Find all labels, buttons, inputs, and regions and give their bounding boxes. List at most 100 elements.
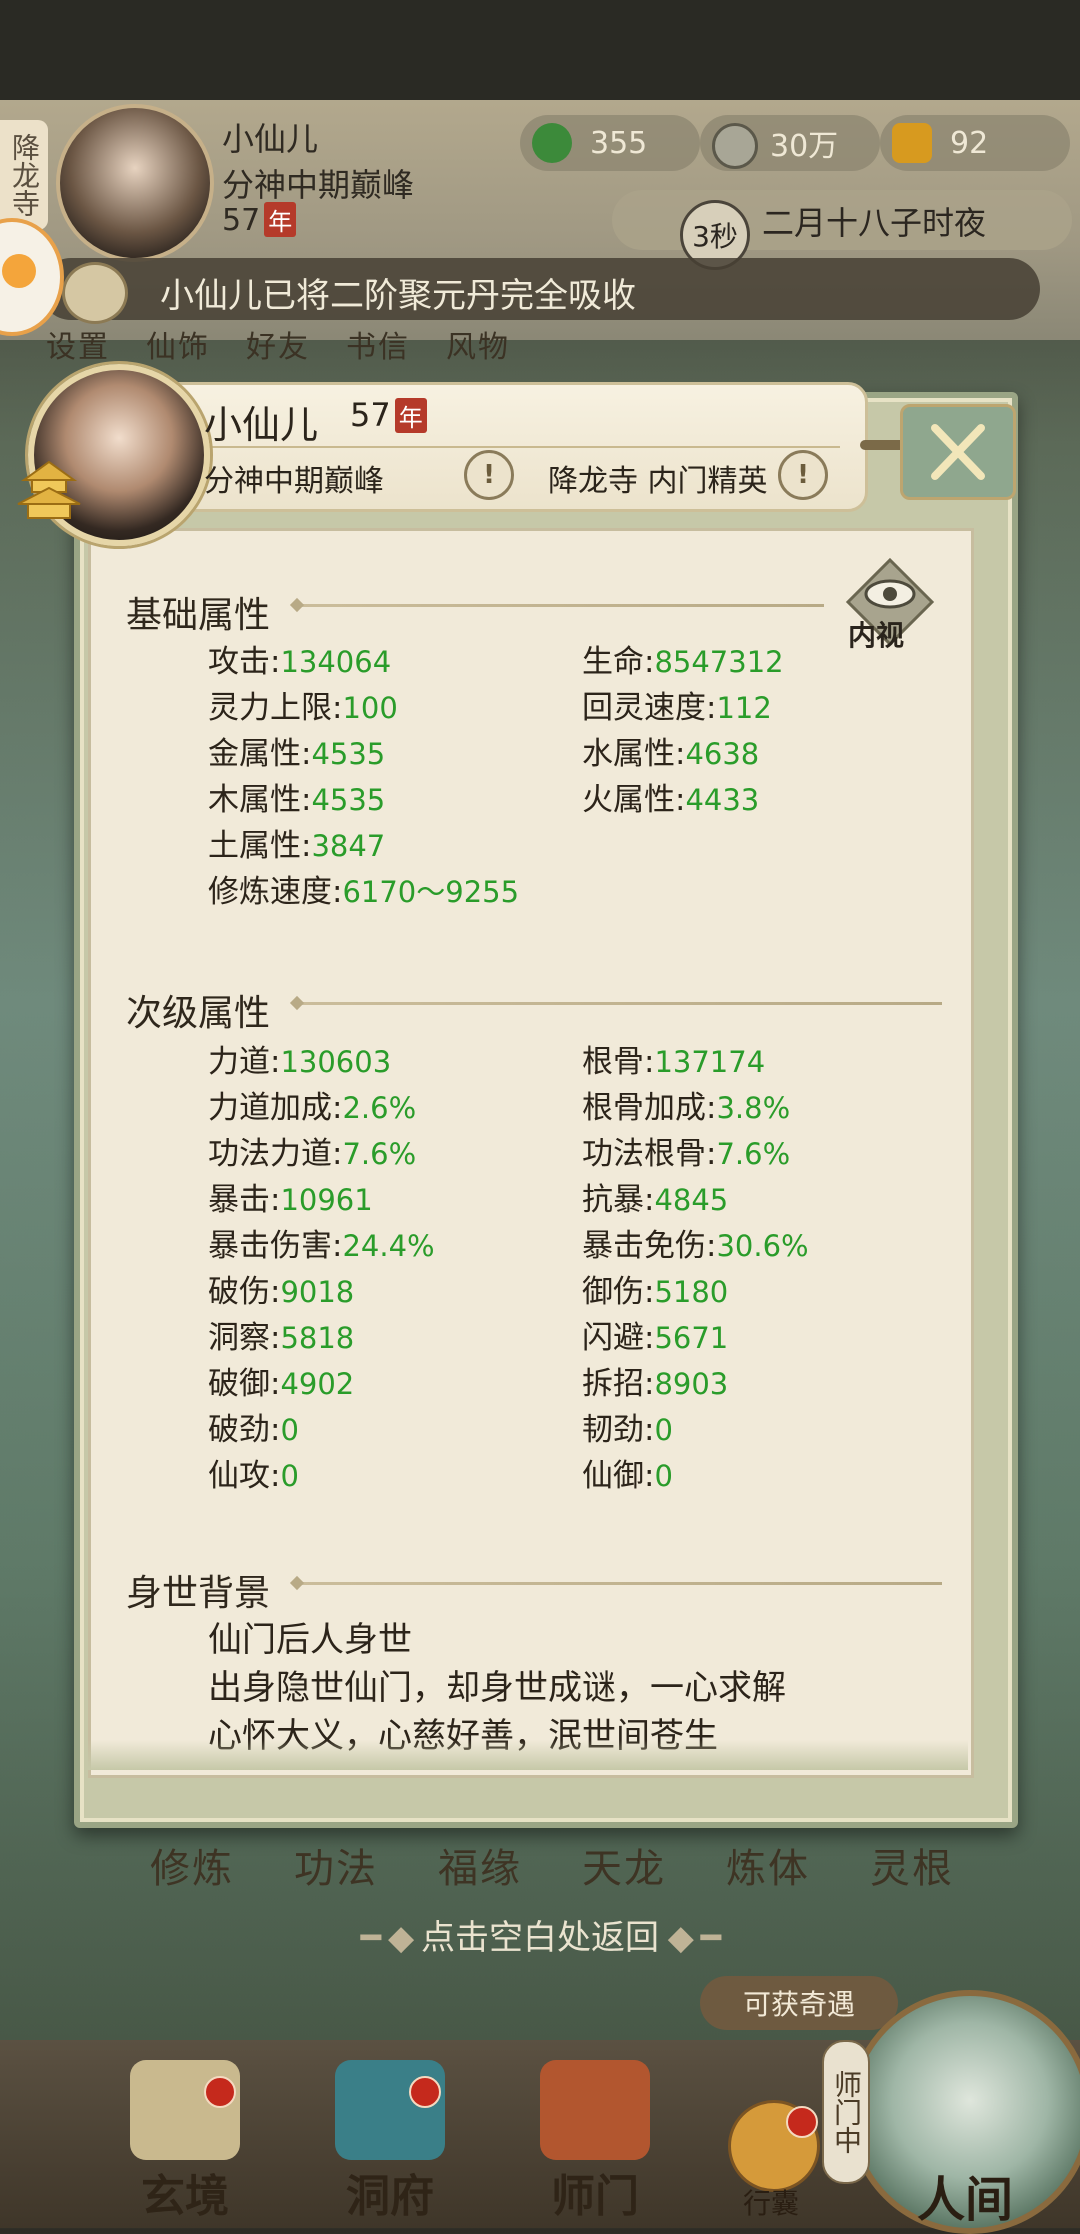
ornament-right-icon: ◆ ━: [659, 1918, 721, 1958]
attr-value: 9018: [280, 1275, 355, 1309]
attr-value: 4845: [654, 1183, 729, 1217]
attr-label: 闪避: [582, 1320, 644, 1356]
menu-friends[interactable]: 好友: [246, 330, 310, 365]
attr-crit-damage-reduction: 暴击免伤:30.6%: [582, 1228, 809, 1264]
attr-label: 拆招: [582, 1366, 644, 1402]
attr-value: 4902: [280, 1367, 355, 1401]
hud-player-name: 小仙儿: [222, 120, 319, 158]
attr-cultivation-speed: 修炼速度:6170～9255: [208, 874, 520, 910]
inner-view-label: 内视: [848, 619, 905, 652]
nav-shimen[interactable]: 师门: [510, 2060, 680, 2222]
hud-age-value: 57: [222, 203, 261, 238]
attr-value: 30.6%: [716, 1229, 809, 1263]
attr-label: 仙御: [582, 1458, 644, 1494]
attr-label: 根骨: [582, 1044, 644, 1080]
pagoda-icon: [17, 460, 81, 519]
resource-coin-value: 30万: [770, 129, 839, 164]
attr-value: 4535: [311, 783, 386, 817]
menu-ornaments[interactable]: 仙饰: [146, 330, 210, 365]
realm-info-icon[interactable]: !: [464, 450, 514, 500]
attr-break-toughness: 破劲:0: [208, 1412, 299, 1448]
skill-tab-technique[interactable]: 功法: [294, 1846, 378, 1892]
close-icon: [931, 424, 985, 480]
hud-avatar[interactable]: [56, 104, 214, 262]
profile-realm: 分神中期巅峰: [204, 464, 384, 499]
attr-label: 暴击: [208, 1182, 270, 1218]
background-line: 仙门后人身世: [208, 1620, 412, 1660]
attr-insight: 洞察:5818: [208, 1320, 355, 1356]
skill-tab-fortune[interactable]: 福缘: [438, 1846, 522, 1892]
attr-value: 5671: [654, 1321, 729, 1355]
nav-dongfu[interactable]: 洞府: [305, 2060, 475, 2222]
attr-technique-constitution: 功法根骨:7.6%: [582, 1136, 791, 1172]
attr-label: 根骨加成: [582, 1090, 706, 1126]
attr-constitution-bonus: 根骨加成:3.8%: [582, 1090, 791, 1126]
attr-value: 8903: [654, 1367, 729, 1401]
attr-value: 10961: [280, 1183, 373, 1217]
top-menu: 设置 仙饰 好友 书信 风物: [46, 322, 546, 366]
attr-label: 修炼速度: [208, 874, 332, 910]
attr-break-defense: 破御:4902: [208, 1366, 355, 1402]
basic-attr-title: 基础属性: [126, 595, 271, 636]
close-button[interactable]: [900, 404, 1016, 500]
attr-label: 生命: [582, 644, 644, 680]
attr-crit: 暴击:10961: [208, 1182, 373, 1218]
chat-bubble-icon: [2, 254, 36, 288]
attr-value: 24.4%: [342, 1229, 435, 1263]
resource-gold-value: 92: [950, 125, 989, 161]
resource-jade[interactable]: 355: [520, 115, 700, 171]
attr-label: 金属性: [208, 736, 301, 772]
attr-earth: 土属性:3847: [208, 828, 386, 864]
back-hint-text: 点击空白处返回: [421, 1918, 659, 1958]
attr-value: 130603: [280, 1045, 392, 1079]
attr-value: 2.6%: [342, 1091, 417, 1125]
attr-label: 木属性: [208, 782, 301, 818]
banner-icon: [540, 2060, 650, 2160]
attr-value: 7.6%: [342, 1137, 417, 1171]
attr-pierce-damage: 破伤:9018: [208, 1274, 355, 1310]
attr-immortal-attack: 仙攻:0: [208, 1458, 299, 1494]
skill-tab-cultivate[interactable]: 修炼: [150, 1846, 234, 1892]
resource-coin[interactable]: 30万: [700, 115, 880, 171]
background-title: 身世背景: [126, 1573, 271, 1614]
attr-attack: 攻击:134064: [208, 644, 392, 680]
menu-scenery[interactable]: 风物: [446, 330, 510, 365]
skill-tab-dragon[interactable]: 天龙: [582, 1846, 666, 1892]
attr-value: 100: [342, 691, 398, 725]
hud-sect-tag[interactable]: 降龙寺: [0, 120, 48, 230]
attr-label: 灵力上限: [208, 690, 332, 726]
attr-parry: 拆招:8903: [582, 1366, 729, 1402]
notice-text: 小仙儿已将二阶聚元丹完全吸收: [160, 276, 636, 316]
bag-label: 行囊: [742, 2187, 799, 2220]
attr-label: 洞察: [208, 1320, 270, 1356]
sect-info-icon[interactable]: !: [778, 450, 828, 500]
attr-value: 8547312: [654, 645, 784, 679]
scroll-icon: [130, 2060, 240, 2160]
attr-label: 御伤: [582, 1274, 644, 1310]
attr-label: 水属性: [582, 736, 675, 772]
encounter-button[interactable]: 可获奇遇: [700, 1976, 898, 2030]
menu-letters[interactable]: 书信: [346, 330, 410, 365]
attr-label: 力道: [208, 1044, 270, 1080]
nav-xuanjing[interactable]: 玄境: [100, 2060, 270, 2222]
notification-dot: [786, 2106, 818, 2138]
age-seal-icon: 年: [394, 398, 427, 433]
notification-dot: [409, 2076, 441, 2108]
attr-label: 暴击免伤: [582, 1228, 706, 1264]
attr-metal: 金属性:4535: [208, 736, 386, 772]
attr-value: 112: [716, 691, 772, 725]
attr-label: 抗暴: [582, 1182, 644, 1218]
attr-value: 0: [280, 1413, 299, 1447]
attr-hp: 生命:8547312: [582, 644, 784, 680]
nav-bag[interactable]: 行囊: [716, 2100, 826, 2220]
attr-strength-bonus: 力道加成:2.6%: [208, 1090, 417, 1126]
attr-label: 韧劲: [582, 1412, 644, 1448]
resource-gold[interactable]: 92: [880, 115, 1070, 171]
skill-tab-body[interactable]: 炼体: [726, 1846, 810, 1892]
world-label: 人间: [916, 2172, 1013, 2228]
status-bar: [0, 0, 1080, 100]
attr-crit-resist: 抗暴:4845: [582, 1182, 729, 1218]
notification-dot: [204, 2076, 236, 2108]
menu-settings[interactable]: 设置: [46, 330, 110, 365]
skill-tab-root[interactable]: 灵根: [870, 1846, 954, 1892]
